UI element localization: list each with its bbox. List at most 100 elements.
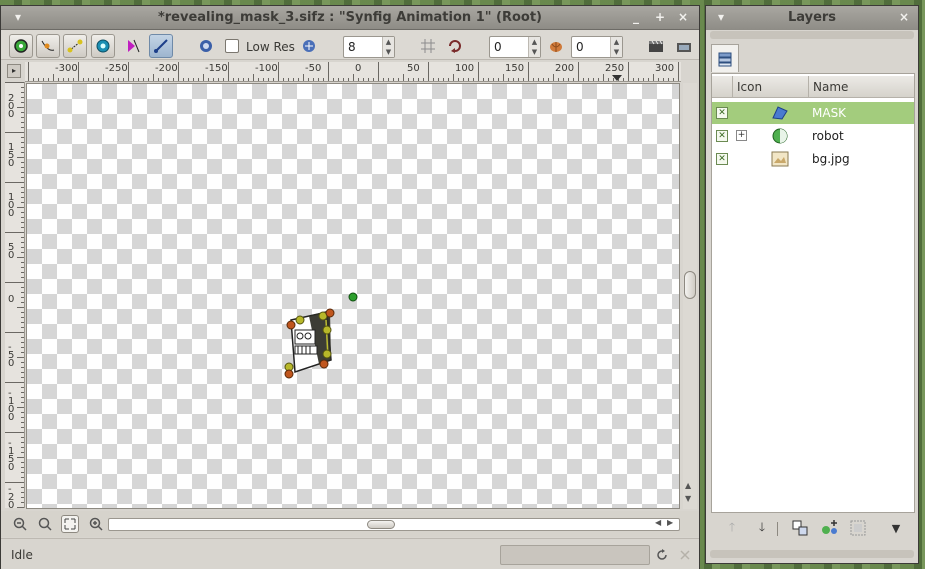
ruler-h-label: 200 [555, 63, 575, 74]
maximize-button[interactable]: + [655, 10, 665, 24]
preview-icon [677, 43, 691, 52]
ruler-h-label: -150 [205, 63, 228, 74]
resolution-value: 8 [348, 40, 356, 54]
visibility-checkbox[interactable]: ✕ [716, 153, 728, 165]
minimize-button[interactable]: _ [633, 10, 639, 24]
low-res-label: Low Res [246, 40, 295, 54]
horizontal-ruler[interactable]: -300 -250 -200 -150 -100 -50 0 50 100 15… [25, 62, 681, 82]
zoom-fit-button[interactable] [61, 515, 79, 533]
zoom-fit-icon [64, 518, 76, 530]
raise-layer-icon[interactable]: 🡑 [721, 518, 743, 538]
spin-arrows-icon[interactable]: ▲ ▼ [528, 37, 540, 57]
onion-past-spinbox[interactable]: 0 ▲ ▼ [489, 36, 541, 58]
vertex-handle[interactable] [319, 359, 329, 369]
work-area-canvas[interactable] [26, 83, 680, 509]
layer-row-robot[interactable]: ✕ + robot [712, 125, 914, 147]
canvas-window: ▾ *revealing_mask_3.sifz : "Synfig Anima… [0, 5, 700, 569]
tangent-handle[interactable] [322, 349, 332, 359]
show-vertex-handles-button[interactable] [36, 34, 60, 58]
select-all-child-layers-icon[interactable] [848, 518, 870, 538]
ruler-v-label: - 5 0 [8, 342, 15, 369]
zoom-in-icon[interactable] [89, 517, 103, 531]
vertex-handle[interactable] [286, 320, 296, 330]
canvas-titlebar[interactable]: ▾ *revealing_mask_3.sifz : "Synfig Anima… [1, 6, 699, 30]
render-quality-icon [200, 40, 212, 52]
vertex-handle[interactable] [284, 369, 294, 379]
canvas-toolbar: Low Res 8 ▲ ▼ 0 ▲ ▼ 0 ▲ ▼ [1, 30, 699, 60]
tangent-handle[interactable] [295, 315, 305, 325]
ruler-h-label: 250 [605, 63, 625, 74]
layer-name: robot [812, 129, 844, 143]
onion-skin-icon [550, 42, 562, 52]
status-bar: Idle [1, 538, 699, 569]
scroll-right-icon[interactable]: ▶ [667, 518, 673, 527]
vertical-scroll-thumb[interactable] [684, 271, 696, 299]
encapsulate-layer-icon[interactable] [819, 518, 841, 538]
onion-future-spinbox[interactable]: 0 ▲ ▼ [571, 36, 623, 58]
tangent-handle[interactable] [322, 325, 332, 335]
vertical-scrollbar[interactable]: ▲ ▼ [683, 83, 697, 509]
panel-close-button[interactable]: × [899, 10, 909, 24]
refresh-icon[interactable] [655, 548, 669, 562]
angle-handle-icon [154, 39, 168, 53]
toggle-snap-button[interactable] [445, 35, 465, 57]
clapper-icon [649, 40, 663, 52]
quality-button[interactable] [299, 35, 319, 57]
toolbar-separator [777, 522, 778, 536]
scroll-up-icon[interactable]: ▲ [685, 481, 691, 490]
ruler-corner-toggle[interactable]: ▸ [7, 64, 21, 78]
more-actions-icon[interactable]: ▼ [885, 518, 907, 538]
layers-tab[interactable] [711, 44, 739, 72]
low-res-checkbox[interactable] [225, 39, 239, 53]
expand-toggle[interactable]: + [736, 130, 747, 141]
ruler-v-label: 2 0 0 [8, 93, 15, 120]
onion-skin-button[interactable] [546, 35, 566, 57]
icon-column-header[interactable]: Icon [732, 76, 808, 98]
layers-list[interactable]: Icon Name ✕ MASK ✕ + robot ✕ bg.jpg [711, 73, 915, 513]
ruler-h-label: 300 [655, 63, 675, 74]
close-button[interactable]: × [678, 10, 688, 24]
stop-render-icon[interactable] [678, 548, 692, 562]
render-button[interactable] [646, 35, 666, 57]
preview-button[interactable] [674, 35, 694, 57]
horizontal-scroll-thumb[interactable] [367, 520, 395, 529]
show-radius-handles-button[interactable] [91, 34, 115, 58]
panel-grip[interactable] [710, 31, 914, 39]
layers-list-header: Icon Name [712, 76, 914, 98]
scroll-down-icon[interactable]: ▼ [685, 494, 691, 503]
panel-title: Layers [787, 10, 837, 25]
show-position-handles-button[interactable] [9, 34, 33, 58]
show-width-handles-button[interactable] [123, 35, 143, 57]
zoom-out-icon[interactable] [13, 517, 27, 531]
render-mode-button[interactable] [196, 35, 216, 57]
toggle-grid-button[interactable] [418, 35, 438, 57]
ruler-h-label: -200 [155, 63, 178, 74]
show-angle-handles-button[interactable] [149, 34, 173, 58]
spin-arrows-icon[interactable]: ▲ ▼ [382, 37, 394, 57]
vertical-ruler[interactable]: 2 0 0 1 5 0 1 0 0 5 0 0 - 5 0 - 1 0 0 - … [5, 82, 25, 508]
lower-layer-icon[interactable]: 🡓 [751, 518, 773, 538]
snap-icon [449, 40, 461, 53]
tangent-handle-icon [67, 39, 83, 53]
vertex-handle[interactable] [325, 308, 335, 318]
panel-grip-bottom[interactable] [710, 550, 914, 558]
resolution-spinbox[interactable]: 8 ▲ ▼ [343, 36, 395, 58]
name-column-header[interactable]: Name [808, 76, 916, 98]
image-icon [771, 151, 789, 167]
horizontal-scrollbar[interactable]: ◀ ▶ [108, 518, 680, 531]
visibility-checkbox[interactable]: ✕ [716, 107, 728, 119]
status-text: Idle [11, 548, 33, 562]
layer-row-bg[interactable]: ✕ bg.jpg [712, 148, 914, 170]
visibility-checkbox[interactable]: ✕ [716, 130, 728, 142]
layer-row-mask[interactable]: ✕ MASK [712, 102, 914, 124]
vertex-handle-icon [41, 40, 55, 51]
ruler-v-label: 1 0 0 [8, 192, 15, 219]
spin-arrows-icon[interactable]: ▲ ▼ [610, 37, 622, 57]
zoom-reset-icon[interactable] [38, 517, 52, 531]
show-tangent-handles-button[interactable] [63, 34, 87, 58]
layers-titlebar[interactable]: ▾ Layers × [706, 6, 918, 30]
origin-handle[interactable] [348, 292, 358, 302]
duplicate-layer-icon[interactable] [790, 518, 812, 538]
onion-past-value: 0 [494, 40, 502, 54]
scroll-left-icon[interactable]: ◀ [655, 518, 661, 527]
